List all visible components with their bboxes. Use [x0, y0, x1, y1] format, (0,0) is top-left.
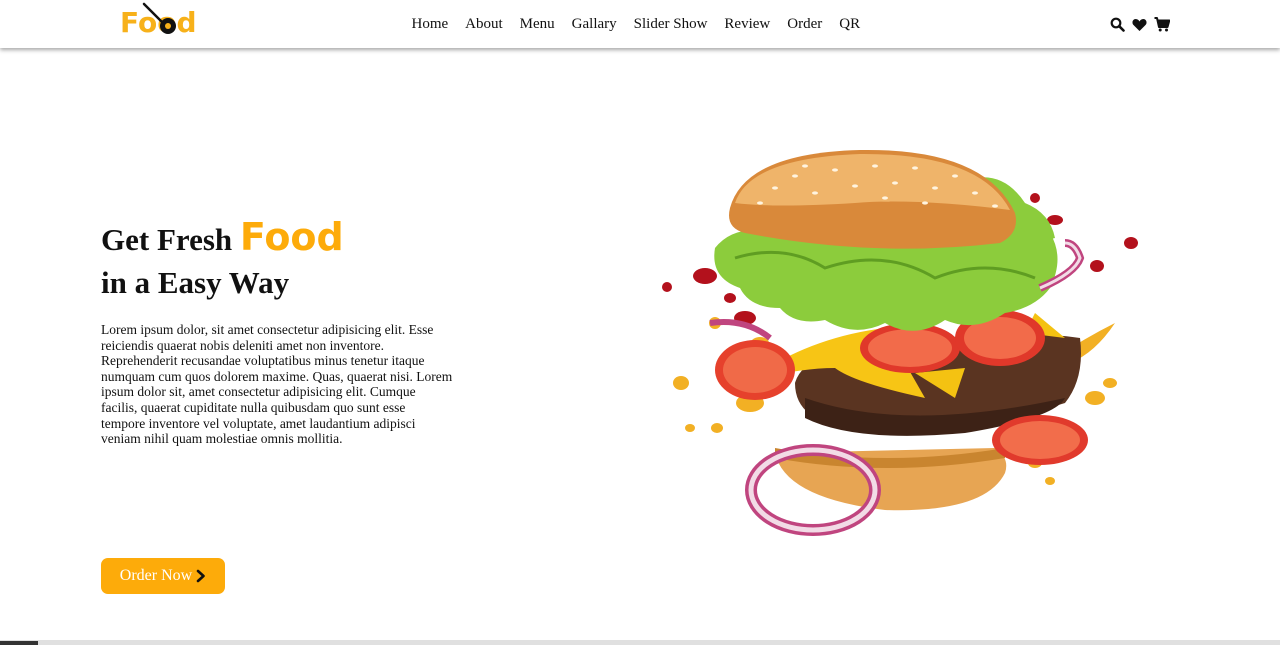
logo[interactable]: Food — [120, 2, 200, 42]
chevron-right-icon — [196, 569, 206, 583]
nav-about[interactable]: About — [465, 16, 503, 33]
nav-order[interactable]: Order — [787, 16, 822, 33]
heart-icon[interactable] — [1132, 18, 1147, 37]
burger-image — [662, 149, 1138, 536]
hero-title-accent: Food — [239, 215, 344, 259]
horizontal-scrollbar[interactable] — [0, 640, 1280, 645]
hero-description: Lorem ipsum dolor, sit amet consectetur … — [101, 322, 453, 447]
order-now-label: Order Now — [119, 567, 193, 584]
hero-title-line2: in a Easy Way — [101, 265, 290, 300]
order-now-button[interactable]: Order Now — [101, 558, 225, 594]
search-icon[interactable] — [1110, 17, 1125, 37]
nav-menu[interactable]: Menu — [520, 16, 555, 33]
nav-slider-show[interactable]: Slider Show — [634, 16, 708, 33]
navbar: Food Home About Menu Gallary Slider Show… — [0, 0, 1280, 48]
nav-qr[interactable]: QR — [839, 16, 860, 33]
nav-icons — [1110, 17, 1171, 37]
spoon-icon — [142, 2, 176, 34]
nav-links: Home About Menu Gallary Slider Show Revi… — [403, 0, 869, 48]
hero-title: Get Fresh Food in a Easy Way — [101, 216, 344, 304]
cart-icon[interactable] — [1154, 17, 1171, 37]
scrollbar-thumb[interactable] — [0, 641, 38, 645]
nav-review[interactable]: Review — [724, 16, 770, 33]
hero-title-part1: Get Fresh — [101, 222, 233, 257]
nav-gallary[interactable]: Gallary — [572, 16, 617, 33]
nav-home[interactable]: Home — [412, 16, 449, 33]
